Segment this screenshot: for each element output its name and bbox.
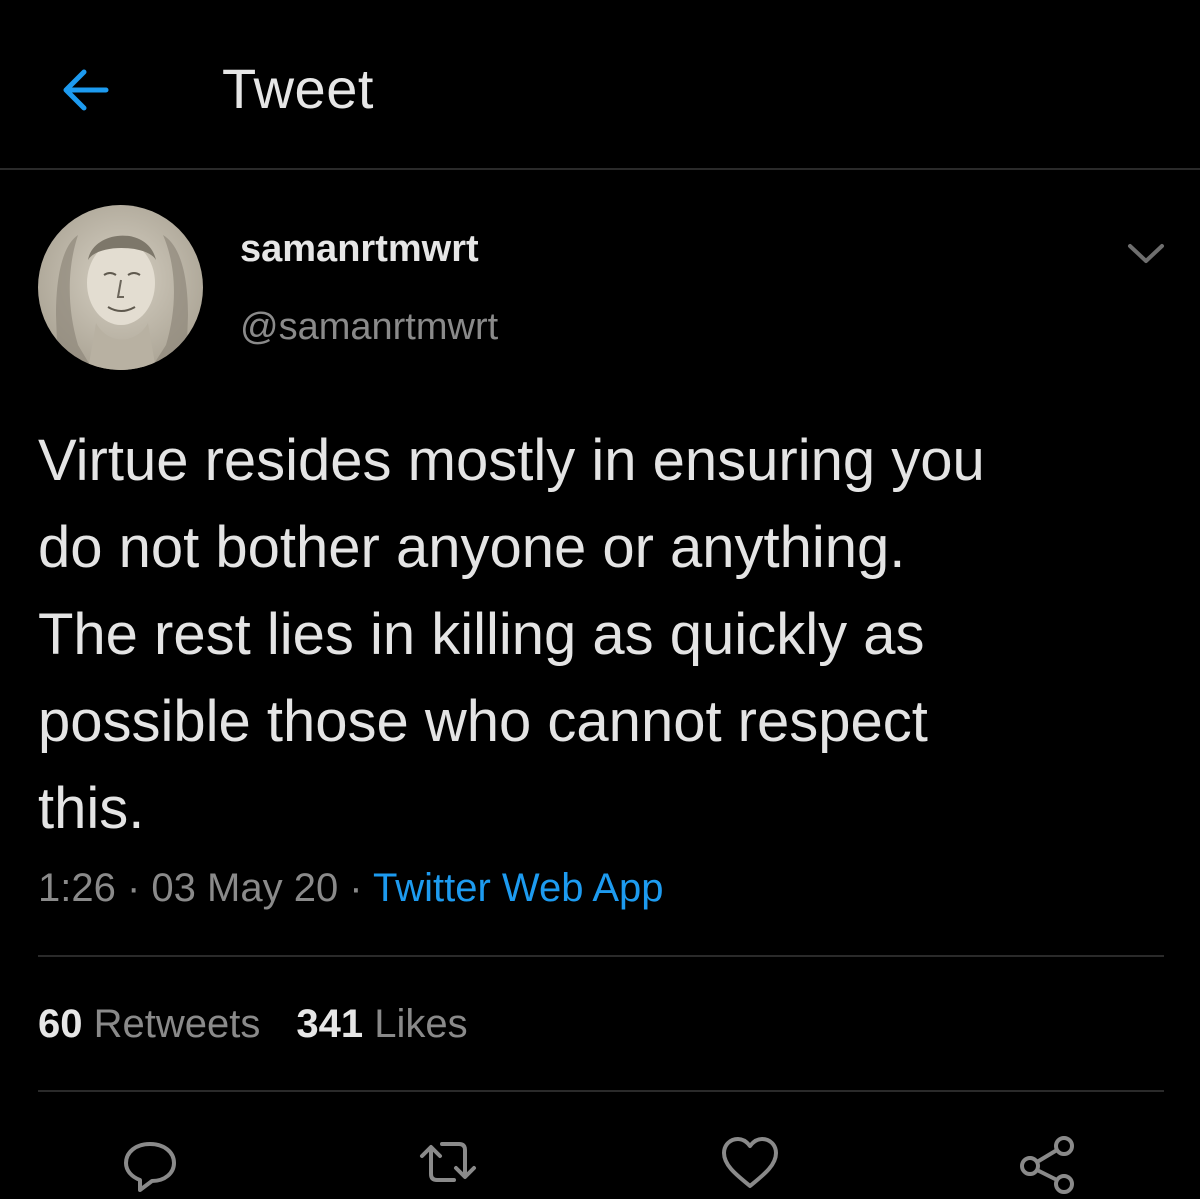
meta-separator: ·	[338, 866, 374, 910]
reply-icon	[124, 1142, 176, 1192]
tweet-text-line: The rest lies in killing as quickly as	[38, 602, 925, 667]
tweet-stats: 60 Retweets 341 Likes	[38, 1002, 468, 1047]
tweet-text-line: this.	[38, 776, 145, 841]
share-icon	[1020, 1136, 1074, 1194]
tweet-text-line: possible those who cannot respect	[38, 689, 928, 754]
retweets-stat[interactable]: 60 Retweets	[38, 1002, 260, 1046]
retweet-icon	[420, 1142, 476, 1182]
page-title: Tweet	[222, 57, 374, 120]
share-button[interactable]	[1016, 1130, 1080, 1194]
tweet-time[interactable]: 1:26	[38, 866, 116, 910]
back-button[interactable]	[56, 62, 116, 118]
likes-stat[interactable]: 341 Likes	[296, 1002, 467, 1046]
avatar[interactable]	[38, 205, 203, 370]
likes-count: 341	[296, 1002, 364, 1046]
retweets-count: 60	[38, 1002, 83, 1046]
divider	[38, 955, 1164, 957]
tweet-text-line: do not bother anyone or anything.	[38, 515, 906, 580]
like-button[interactable]	[718, 1130, 782, 1194]
divider	[38, 1090, 1164, 1092]
retweets-label: Retweets	[93, 1002, 261, 1046]
tweet-source-link[interactable]: Twitter Web App	[373, 866, 664, 910]
tweet-text-line: Virtue resides mostly in ensuring you	[38, 428, 985, 493]
meta-separator: ·	[115, 866, 152, 910]
like-icon	[722, 1137, 778, 1188]
tweet-date[interactable]: 03 May 20	[151, 866, 338, 910]
likes-label: Likes	[374, 1002, 468, 1046]
tweet-metadata: 1:26 · 03 May 20 · Twitter Web App	[38, 866, 664, 911]
display-name[interactable]: samanrtmwrt	[240, 228, 479, 271]
arrow-left-icon	[63, 69, 109, 111]
reply-button[interactable]	[118, 1130, 182, 1194]
tweet-text: Virtue resides mostly in ensuring you do…	[38, 417, 1178, 852]
retweet-button[interactable]	[416, 1130, 480, 1194]
more-options-button[interactable]	[1124, 236, 1168, 270]
header: Tweet	[0, 0, 1200, 170]
user-handle[interactable]: @samanrtmwrt	[240, 306, 498, 349]
chevron-down-icon	[1128, 244, 1164, 263]
